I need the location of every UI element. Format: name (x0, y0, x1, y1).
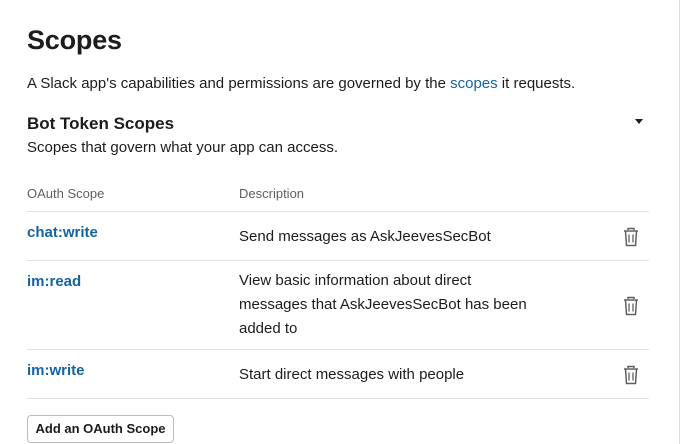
add-oauth-scope-button[interactable]: Add an OAuth Scope (27, 415, 174, 443)
table-row-divider (27, 260, 649, 261)
scope-description-im-write: Start direct messages with people (239, 366, 465, 383)
table-header-divider (27, 211, 649, 212)
caret-down-icon[interactable] (629, 114, 649, 130)
description-column-header: Description (239, 186, 305, 201)
scope-name-im-write[interactable]: im:write (27, 361, 85, 381)
intro-text-after: it requests. (497, 75, 576, 92)
page-title: Scopes (27, 25, 122, 55)
scope-name-im-read[interactable]: im:read (27, 272, 81, 292)
scopes-intro: A Slack app's capabilities and permissio… (27, 74, 575, 94)
scope-description-im-read: View basic information about direct mess… (239, 272, 527, 337)
table-row-divider (27, 398, 649, 399)
table-row-divider (27, 349, 649, 350)
bot-token-scopes-subtitle: Scopes that govern what your app can acc… (27, 139, 339, 156)
scope-description-chat-write: Send messages as AskJeevesSecBot (239, 228, 491, 245)
scope-name-chat-write[interactable]: chat:write (27, 223, 98, 243)
trash-icon[interactable] (622, 296, 640, 316)
oauth-scope-column-header: OAuth Scope (27, 186, 105, 201)
intro-text-before: A Slack app's capabilities and permissio… (27, 75, 451, 92)
bot-token-scopes-title: Bot Token Scopes (27, 114, 175, 133)
scopes-page: Scopes A Slack app's capabilities and pe… (0, 0, 684, 444)
trash-icon[interactable] (622, 227, 640, 247)
trash-icon[interactable] (622, 365, 640, 385)
scopes-link[interactable]: scopes (450, 75, 498, 92)
panel-border (679, 0, 680, 444)
